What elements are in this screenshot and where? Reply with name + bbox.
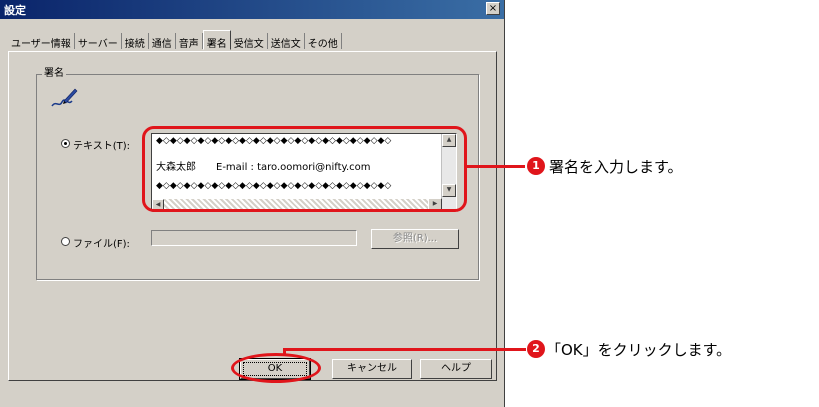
- tab-received-text[interactable]: 受信文: [231, 33, 268, 50]
- tab-sound[interactable]: 音声: [176, 33, 203, 50]
- tab-strip: ユーザー情報 サーバー 接続 通信 音声 署名 受信文 送信文 その他: [8, 30, 342, 51]
- cancel-button[interactable]: キャンセル: [332, 359, 412, 379]
- tab-server[interactable]: サーバー: [75, 33, 122, 50]
- help-button[interactable]: ヘルプ: [420, 359, 492, 379]
- pen-signature-icon: [51, 88, 78, 107]
- file-path-field[interactable]: [151, 230, 357, 246]
- step1-leader-line: [465, 165, 525, 168]
- signature-group-label: 署名: [42, 64, 66, 79]
- text-radio[interactable]: [61, 139, 70, 148]
- tab-user-info[interactable]: ユーザー情報: [8, 33, 75, 50]
- browse-button[interactable]: 参照(R)...: [371, 229, 459, 249]
- file-radio-label: ファイル(F):: [73, 239, 130, 250]
- tab-sent-text[interactable]: 送信文: [268, 33, 305, 50]
- title-bar: 設定 ×: [0, 0, 504, 19]
- step2-leader-horizontal: [283, 348, 526, 351]
- signature-highlight: [142, 126, 467, 212]
- step1-badge: 1: [527, 157, 545, 175]
- step2-badge: 2: [527, 340, 545, 358]
- file-radio[interactable]: [61, 237, 70, 246]
- tab-other[interactable]: その他: [305, 33, 342, 50]
- step2-note: 「OK」をクリックします。: [546, 341, 732, 359]
- text-radio-label: テキスト(T):: [73, 141, 130, 152]
- tab-communication[interactable]: 通信: [149, 33, 176, 50]
- step1-note: 署名を入力します。: [549, 158, 683, 176]
- dialog-title: 設定: [4, 4, 26, 17]
- tab-signature[interactable]: 署名: [202, 30, 231, 50]
- tab-connection[interactable]: 接続: [122, 33, 149, 50]
- ok-highlight: [231, 353, 321, 383]
- close-button[interactable]: ×: [486, 2, 500, 15]
